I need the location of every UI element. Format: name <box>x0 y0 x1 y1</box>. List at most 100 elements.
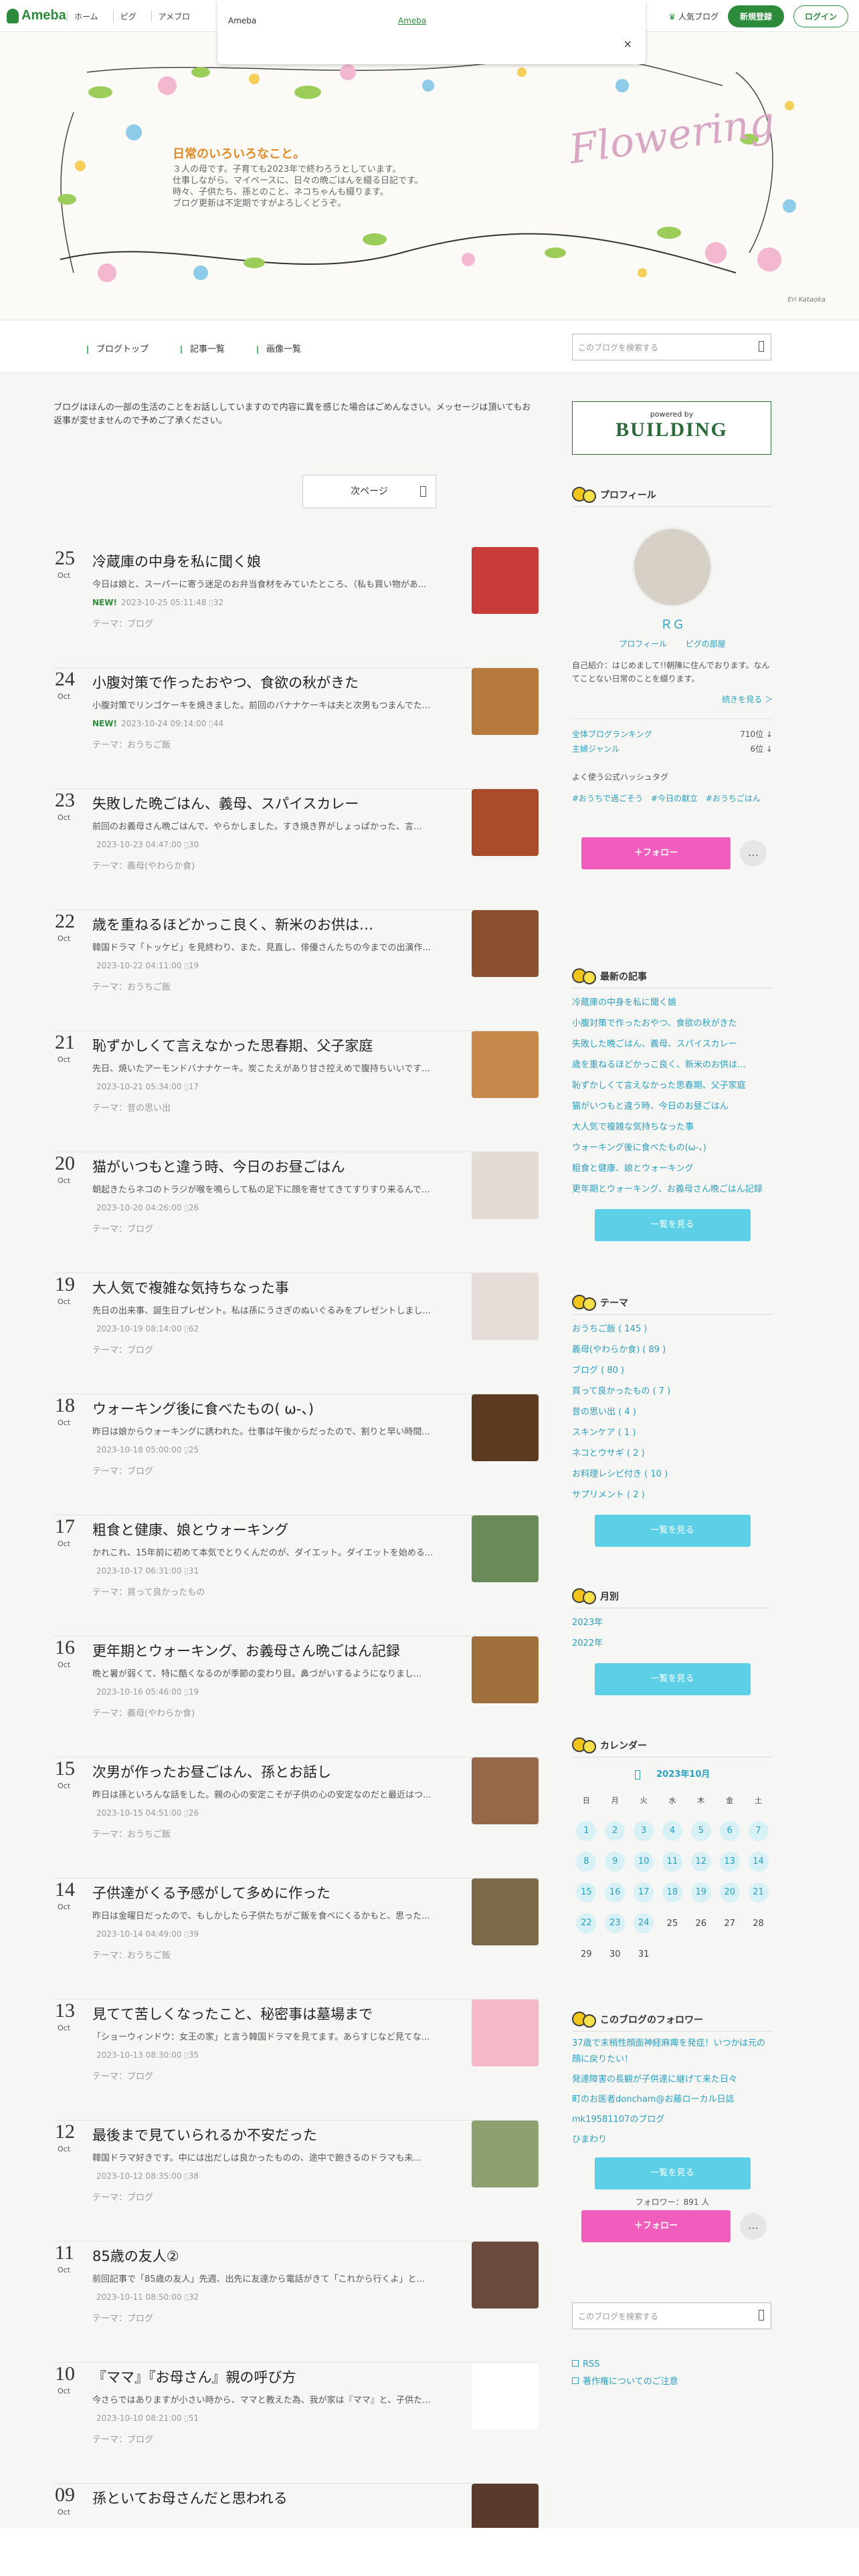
calendar-day[interactable]: 14 <box>744 1846 773 1877</box>
entry-title[interactable]: 恥ずかしくて言えなかった思春期、父子家庭 <box>92 1035 467 1055</box>
follow-button[interactable]: ＋フォロー <box>581 837 731 869</box>
followers-list-button[interactable]: 一覧を見る <box>594 2157 751 2189</box>
entry-title[interactable]: 『ママ』『お母さん』親の呼び方 <box>92 2367 467 2387</box>
close-icon[interactable]: × <box>624 37 632 50</box>
entry-title[interactable]: 見てて苦しくなったこと、秘密事は墓場まで <box>92 2004 467 2024</box>
signup-button[interactable]: 新規登録 <box>727 5 784 27</box>
entry-thumbnail[interactable] <box>472 1515 539 1582</box>
ranking-link[interactable]: 全体ブログランキング <box>572 727 652 742</box>
recent-entry-link[interactable]: 恥ずかしくて言えなかった思春期、父子家庭 <box>572 1075 773 1096</box>
calendar-day[interactable]: 19 <box>686 1877 715 1908</box>
month-archive-link[interactable]: 2022年 <box>572 1633 773 1654</box>
entry-card[interactable]: 25 Oct 冷蔵庫の中身を私に聞く娘 今日は娘と、スーパーに寄う迷足のお弁当食材をみ… <box>54 547 539 668</box>
entry-thumbnail[interactable] <box>472 1757 539 1824</box>
nav-pigg[interactable]: ピグ <box>112 11 136 22</box>
calendar-day[interactable]: 24 <box>630 1908 658 1939</box>
entry-theme[interactable]: テーマ：ブログ <box>92 2311 153 2324</box>
entry-title[interactable]: 小腹対策で作ったおやつ、食欲の秋がきた <box>92 672 467 692</box>
blog-search-input[interactable]: このブログを検索する <box>572 334 771 360</box>
nav-entry-list[interactable]: 記事一覧 <box>181 342 225 354</box>
calendar-day[interactable]: 15 <box>572 1877 601 1908</box>
calendar-day[interactable]: 17 <box>630 1877 658 1908</box>
building-banner[interactable]: powered by BUILDING <box>572 401 771 455</box>
popular-blog-link[interactable]: ♛ 人気ブログ <box>668 11 719 22</box>
entry-card[interactable]: 17 Oct 粗食と健康、娘とウォーキング かれこれ、15年前に初めて本気でとりくんだ… <box>54 1515 539 1636</box>
search-icon[interactable] <box>759 341 764 352</box>
follower-link[interactable]: 37歳で末梢性顔面神経麻痺を発症！いつかは元の顔に戻りたい！ <box>572 2036 773 2068</box>
entry-thumbnail[interactable] <box>472 2000 539 2066</box>
calendar-day[interactable]: 6 <box>715 1816 744 1846</box>
calendar-day[interactable]: 12 <box>686 1846 715 1877</box>
hashtag-link[interactable]: #今日の献立 <box>651 794 698 803</box>
genre-ranking-link[interactable]: 主婦ジャンル <box>572 742 619 756</box>
recent-entry-link[interactable]: 粗食と健康、娘とウォーキング <box>572 1158 773 1179</box>
theme-link[interactable]: スキンケア ( 1 ) <box>572 1422 773 1443</box>
entry-card[interactable]: 15 Oct 次男が作ったお昼ごはん、孫とお話し 昨日は孫といろんな話をした。親の心の… <box>54 1757 539 1879</box>
theme-link[interactable]: お料理レシピ付き ( 10 ) <box>572 1464 773 1485</box>
entry-title[interactable]: 孫といてお母さんだと思われる <box>92 2488 467 2508</box>
follower-link[interactable]: mk19581107のブログ <box>572 2112 773 2128</box>
entry-thumbnail[interactable] <box>472 1273 539 1340</box>
nav-ameblo[interactable]: アメブロ <box>151 11 190 22</box>
entry-card[interactable]: 21 Oct 恥ずかしくて言えなかった思春期、父子家庭 先日、焼いたアーモンドバナナケ… <box>54 1031 539 1152</box>
ameba-logo[interactable]: Ameba <box>7 8 66 23</box>
entry-card[interactable]: 14 Oct 子供達がくる予感がして多めに作った 昨日は金曜日だったので、もしかしたら… <box>54 1879 539 2000</box>
entry-title[interactable]: 更年期とウォーキング、お義母さん晩ごはん記録 <box>92 1640 467 1660</box>
entry-thumbnail[interactable] <box>472 910 539 977</box>
calendar-day[interactable]: 11 <box>658 1846 687 1877</box>
entry-title[interactable]: 次男が作ったお昼ごはん、孫とお話し <box>92 1761 467 1782</box>
theme-link[interactable]: おうちご飯 ( 145 ) <box>572 1319 773 1339</box>
entry-thumbnail[interactable] <box>472 2242 539 2309</box>
avatar[interactable] <box>632 527 712 607</box>
theme-link[interactable]: 買って良かったもの ( 7 ) <box>572 1381 773 1402</box>
profile-more-link[interactable]: 続きを見る ＞ <box>572 693 773 705</box>
calendar-day[interactable]: 23 <box>601 1908 630 1939</box>
calendar-day[interactable]: 20 <box>715 1877 744 1908</box>
entry-theme[interactable]: テーマ：ブログ <box>92 1222 153 1235</box>
entry-theme[interactable]: テーマ：おうちご飯 <box>92 738 171 750</box>
entry-theme[interactable]: テーマ：ブログ <box>92 2432 153 2445</box>
pigg-room-link[interactable]: ピグの部屋 <box>686 639 726 649</box>
entry-thumbnail[interactable] <box>472 1394 539 1461</box>
nav-blog-top[interactable]: ブログトップ <box>87 342 149 354</box>
entry-title[interactable]: 冷蔵庫の中身を私に聞く娘 <box>92 551 467 571</box>
recent-entry-link[interactable]: 大人気で複雑な気持ちなった事 <box>572 1117 773 1138</box>
calendar-day[interactable]: 16 <box>601 1877 630 1908</box>
calendar-day[interactable]: 4 <box>658 1816 687 1846</box>
calendar-day[interactable]: 10 <box>630 1846 658 1877</box>
entry-theme[interactable]: テーマ：ブログ <box>92 1343 153 1356</box>
entry-thumbnail[interactable] <box>472 1879 539 1945</box>
month-archive-link[interactable]: 2023年 <box>572 1612 773 1633</box>
recent-entry-link[interactable]: 小腹対策で作ったおやつ、食欲の秋がきた <box>572 1013 773 1034</box>
hashtag-link[interactable]: #おうちごはん <box>706 794 761 803</box>
entry-title[interactable]: 85歳の友人② <box>92 2246 467 2266</box>
entry-thumbnail[interactable] <box>472 2121 539 2187</box>
entry-thumbnail[interactable] <box>472 1636 539 1703</box>
recent-entry-link[interactable]: 失敗した晩ごはん、義母、スパイスカレー <box>572 1034 773 1055</box>
entry-card[interactable]: 19 Oct 大人気で複雑な気持ちなった事 先日の出来事、誕生日プレゼント。私は孫にう… <box>54 1273 539 1394</box>
theme-link[interactable]: 昔の思い出 ( 4 ) <box>572 1402 773 1422</box>
profile-name[interactable]: ＲＧ <box>572 615 773 633</box>
recent-entry-link[interactable]: 更年期とウォーキング、お義母さん晩ごはん記録 <box>572 1179 773 1200</box>
entry-thumbnail[interactable] <box>472 547 539 614</box>
entry-card[interactable]: 20 Oct 猫がいつもと違う時、今日のお昼ごはん 朝起きたらネコのトラジが喉を鳴らし… <box>54 1152 539 1273</box>
calendar-day[interactable]: 5 <box>686 1816 715 1846</box>
calendar-day[interactable]: 8 <box>572 1846 601 1877</box>
entry-title[interactable]: ウォーキング後に食べたもの( ω-、) <box>92 1398 467 1418</box>
entry-thumbnail[interactable] <box>472 789 539 856</box>
entry-card[interactable]: 23 Oct 失敗した晩ごはん、義母、スパイスカレー 前回のお義母さん晩ごはんで、やら… <box>54 789 539 910</box>
entry-title[interactable]: 猫がいつもと違う時、今日のお昼ごはん <box>92 1156 467 1176</box>
entry-theme[interactable]: テーマ：義母(やわらか食) <box>92 859 195 871</box>
follow-button[interactable]: ＋フォロー <box>581 2210 731 2242</box>
entry-card[interactable]: 10 Oct 『ママ』『お母さん』親の呼び方 今さらではありますが小さい時から、ママと… <box>54 2363 539 2484</box>
profile-link[interactable]: プロフィール <box>619 639 667 649</box>
theme-link[interactable]: サプリメント ( 2 ) <box>572 1485 773 1505</box>
more-options-icon[interactable]: … <box>740 840 767 867</box>
entry-title[interactable]: 最後まで見ていられるか不安だった <box>92 2125 467 2145</box>
entry-card[interactable]: 11 Oct 85歳の友人② 前回記事で「85歳の友人」先週、出先に友達から電話がきて… <box>54 2242 539 2363</box>
calendar-day[interactable]: 2 <box>601 1816 630 1846</box>
calendar-day[interactable]: 9 <box>601 1846 630 1877</box>
entry-theme[interactable]: テーマ：おうちご飯 <box>92 1827 171 1840</box>
entry-theme[interactable]: テーマ：ブログ <box>92 2190 153 2203</box>
entry-card[interactable]: 24 Oct 小腹対策で作ったおやつ、食欲の秋がきた 小腹対策でリンゴケーキを焼きまし… <box>54 668 539 789</box>
